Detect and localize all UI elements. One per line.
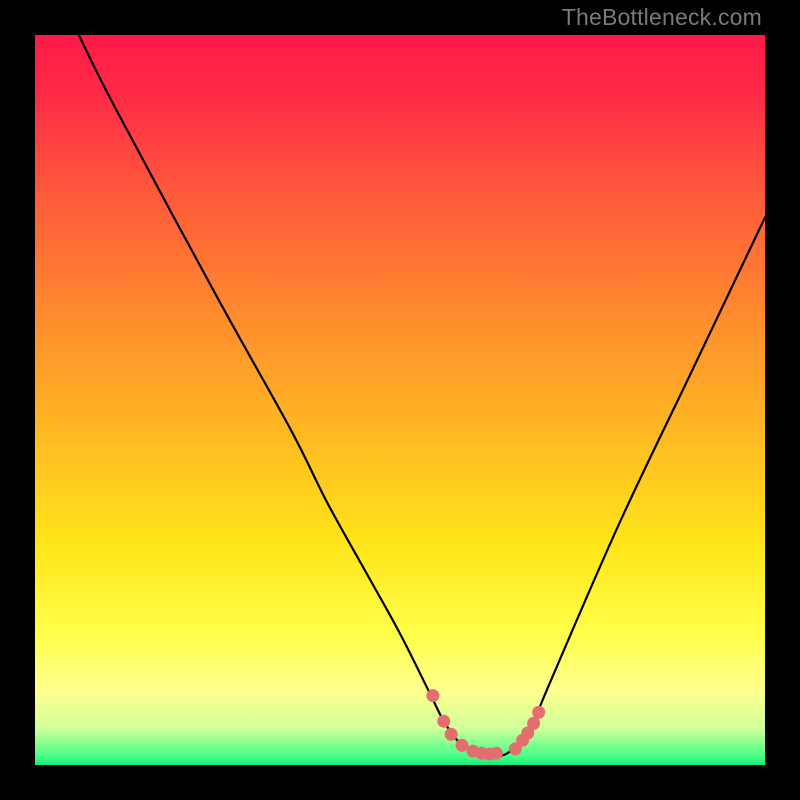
curve-marker — [445, 728, 458, 741]
curve-marker — [426, 689, 439, 702]
curve-marker — [490, 747, 503, 760]
marker-group — [426, 689, 545, 760]
curve-marker — [437, 715, 450, 728]
curve-group — [79, 35, 765, 756]
curve-overlay — [35, 35, 765, 765]
plot-area — [35, 35, 765, 765]
chart-frame: TheBottleneck.com — [0, 0, 800, 800]
curve-marker — [532, 706, 545, 719]
watermark-text: TheBottleneck.com — [562, 4, 762, 31]
bottleneck-curve — [79, 35, 765, 756]
curve-marker — [456, 739, 469, 752]
